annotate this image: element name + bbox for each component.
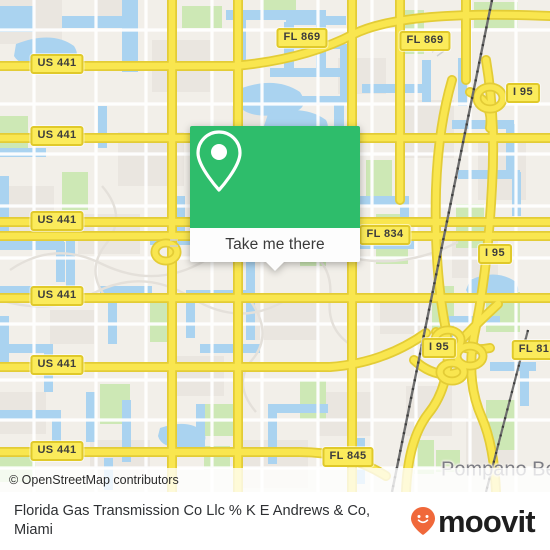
highway-shield: FL 869 [399,31,451,51]
highway-shield: FL 869 [276,28,328,48]
page-title: Florida Gas Transmission Co Llc % K E An… [14,503,371,538]
moovit-wordmark: moovit [438,503,536,539]
popup-header [190,126,360,228]
highway-shield: US 441 [30,126,84,146]
location-popup[interactable]: Take me there [190,126,360,271]
highway-shield: I 95 [506,83,540,103]
moovit-logo[interactable]: moovit [410,503,536,539]
highway-shield: FL 834 [359,225,411,245]
popup-action-bar[interactable]: Take me there [190,228,360,271]
highway-shield: US 441 [30,54,84,74]
footer-bar: Florida Gas Transmission Co Llc % K E An… [0,492,550,550]
map-screen: US 441 FL 869 FL 869 I 95 US 441 US 441 FL 834… [0,0,550,550]
popup-tail [266,262,284,271]
highway-shield: US 441 [30,211,84,231]
map-pin-icon [196,130,242,192]
highway-shield: US 441 [30,441,84,461]
highway-shield: US 441 [30,355,84,375]
moovit-smiley-pin-icon [411,507,435,535]
map-attribution[interactable]: © OpenStreetMap contributors [0,468,550,492]
map-canvas[interactable]: US 441 FL 869 FL 869 I 95 US 441 US 441 FL 834… [0,0,550,492]
highway-shield: FL 81 [511,340,550,360]
highway-shield: I 95 [422,338,456,358]
take-me-there-label: Take me there [225,236,325,253]
highway-shield: I 95 [478,244,512,264]
highway-shield: US 441 [30,286,84,306]
highway-shield: FL 845 [322,447,374,467]
